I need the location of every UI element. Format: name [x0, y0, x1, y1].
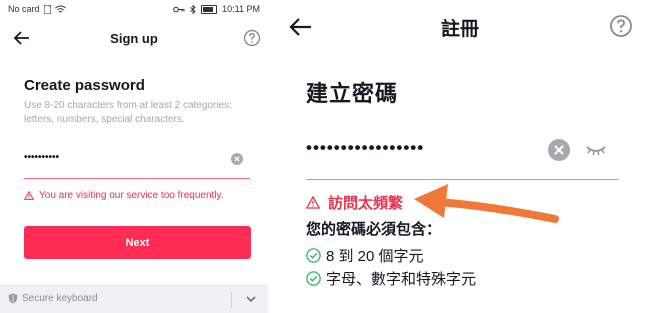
create-password-heading: Create password: [24, 77, 145, 94]
error-message: 訪問太頻繁: [306, 192, 403, 213]
password-underline: [306, 179, 619, 180]
warning-icon: [24, 191, 34, 200]
secure-keyboard-bar: Secure keyboard: [0, 285, 268, 313]
page-title: 註冊: [440, 19, 479, 40]
check-circle-icon: [306, 248, 321, 263]
signup-screen-chinese: 註冊 建立密碼 ••••••••••••••••• 訪問太頻繁 您的密碼必須包含…: [270, 0, 650, 313]
help-icon[interactable]: [243, 29, 261, 47]
password-field[interactable]: •••••••••••••••••: [306, 138, 424, 158]
password-rules-text: Use 8-20 characters from at least 2 cate…: [24, 100, 232, 125]
carrier-label: No card: [8, 4, 40, 14]
requirement-text: 字母、數字和特殊字元: [326, 271, 477, 288]
requirement-text: 8 到 20 個字元: [326, 248, 424, 265]
clear-icon[interactable]: [548, 139, 570, 161]
signup-screen-english: No card 10:11 PM Sign up Create password…: [0, 0, 268, 313]
clock: 10:11 PM: [222, 4, 260, 14]
help-icon[interactable]: [609, 14, 633, 38]
sim-icon: [43, 4, 51, 14]
create-password-heading: 建立密碼: [306, 81, 399, 106]
wifi-icon: [54, 5, 66, 12]
password-underline: [24, 178, 250, 179]
requirements-heading: 您的密碼必須包含：: [306, 221, 442, 238]
page-title: Sign up: [110, 31, 158, 46]
status-bar: No card 10:11 PM: [0, 0, 268, 20]
chevron-down-icon[interactable]: [246, 295, 256, 303]
clear-icon[interactable]: [231, 153, 243, 165]
screen: No card 10:11 PM Sign up Create password…: [0, 0, 650, 313]
check-circle-icon: [306, 271, 321, 286]
bluetooth-icon: [190, 4, 196, 14]
shield-icon: [8, 293, 18, 304]
eye-closed-icon[interactable]: [585, 143, 607, 157]
error-message: You are visiting our service too frequen…: [24, 190, 224, 201]
requirement-item: 8 到 20 個字元: [306, 245, 424, 266]
error-text: You are visiting our service too frequen…: [39, 190, 224, 201]
battery-icon: [201, 4, 218, 14]
divider: [231, 292, 232, 308]
error-text: 訪問太頻繁: [328, 195, 404, 212]
password-field[interactable]: ••••••••••: [24, 152, 59, 163]
key-icon: [173, 6, 185, 12]
next-button[interactable]: Next: [24, 226, 251, 259]
warning-icon: [306, 196, 320, 209]
requirement-item: 字母、數字和特殊字元: [306, 268, 476, 289]
secure-keyboard-label: Secure keyboard: [22, 293, 98, 304]
